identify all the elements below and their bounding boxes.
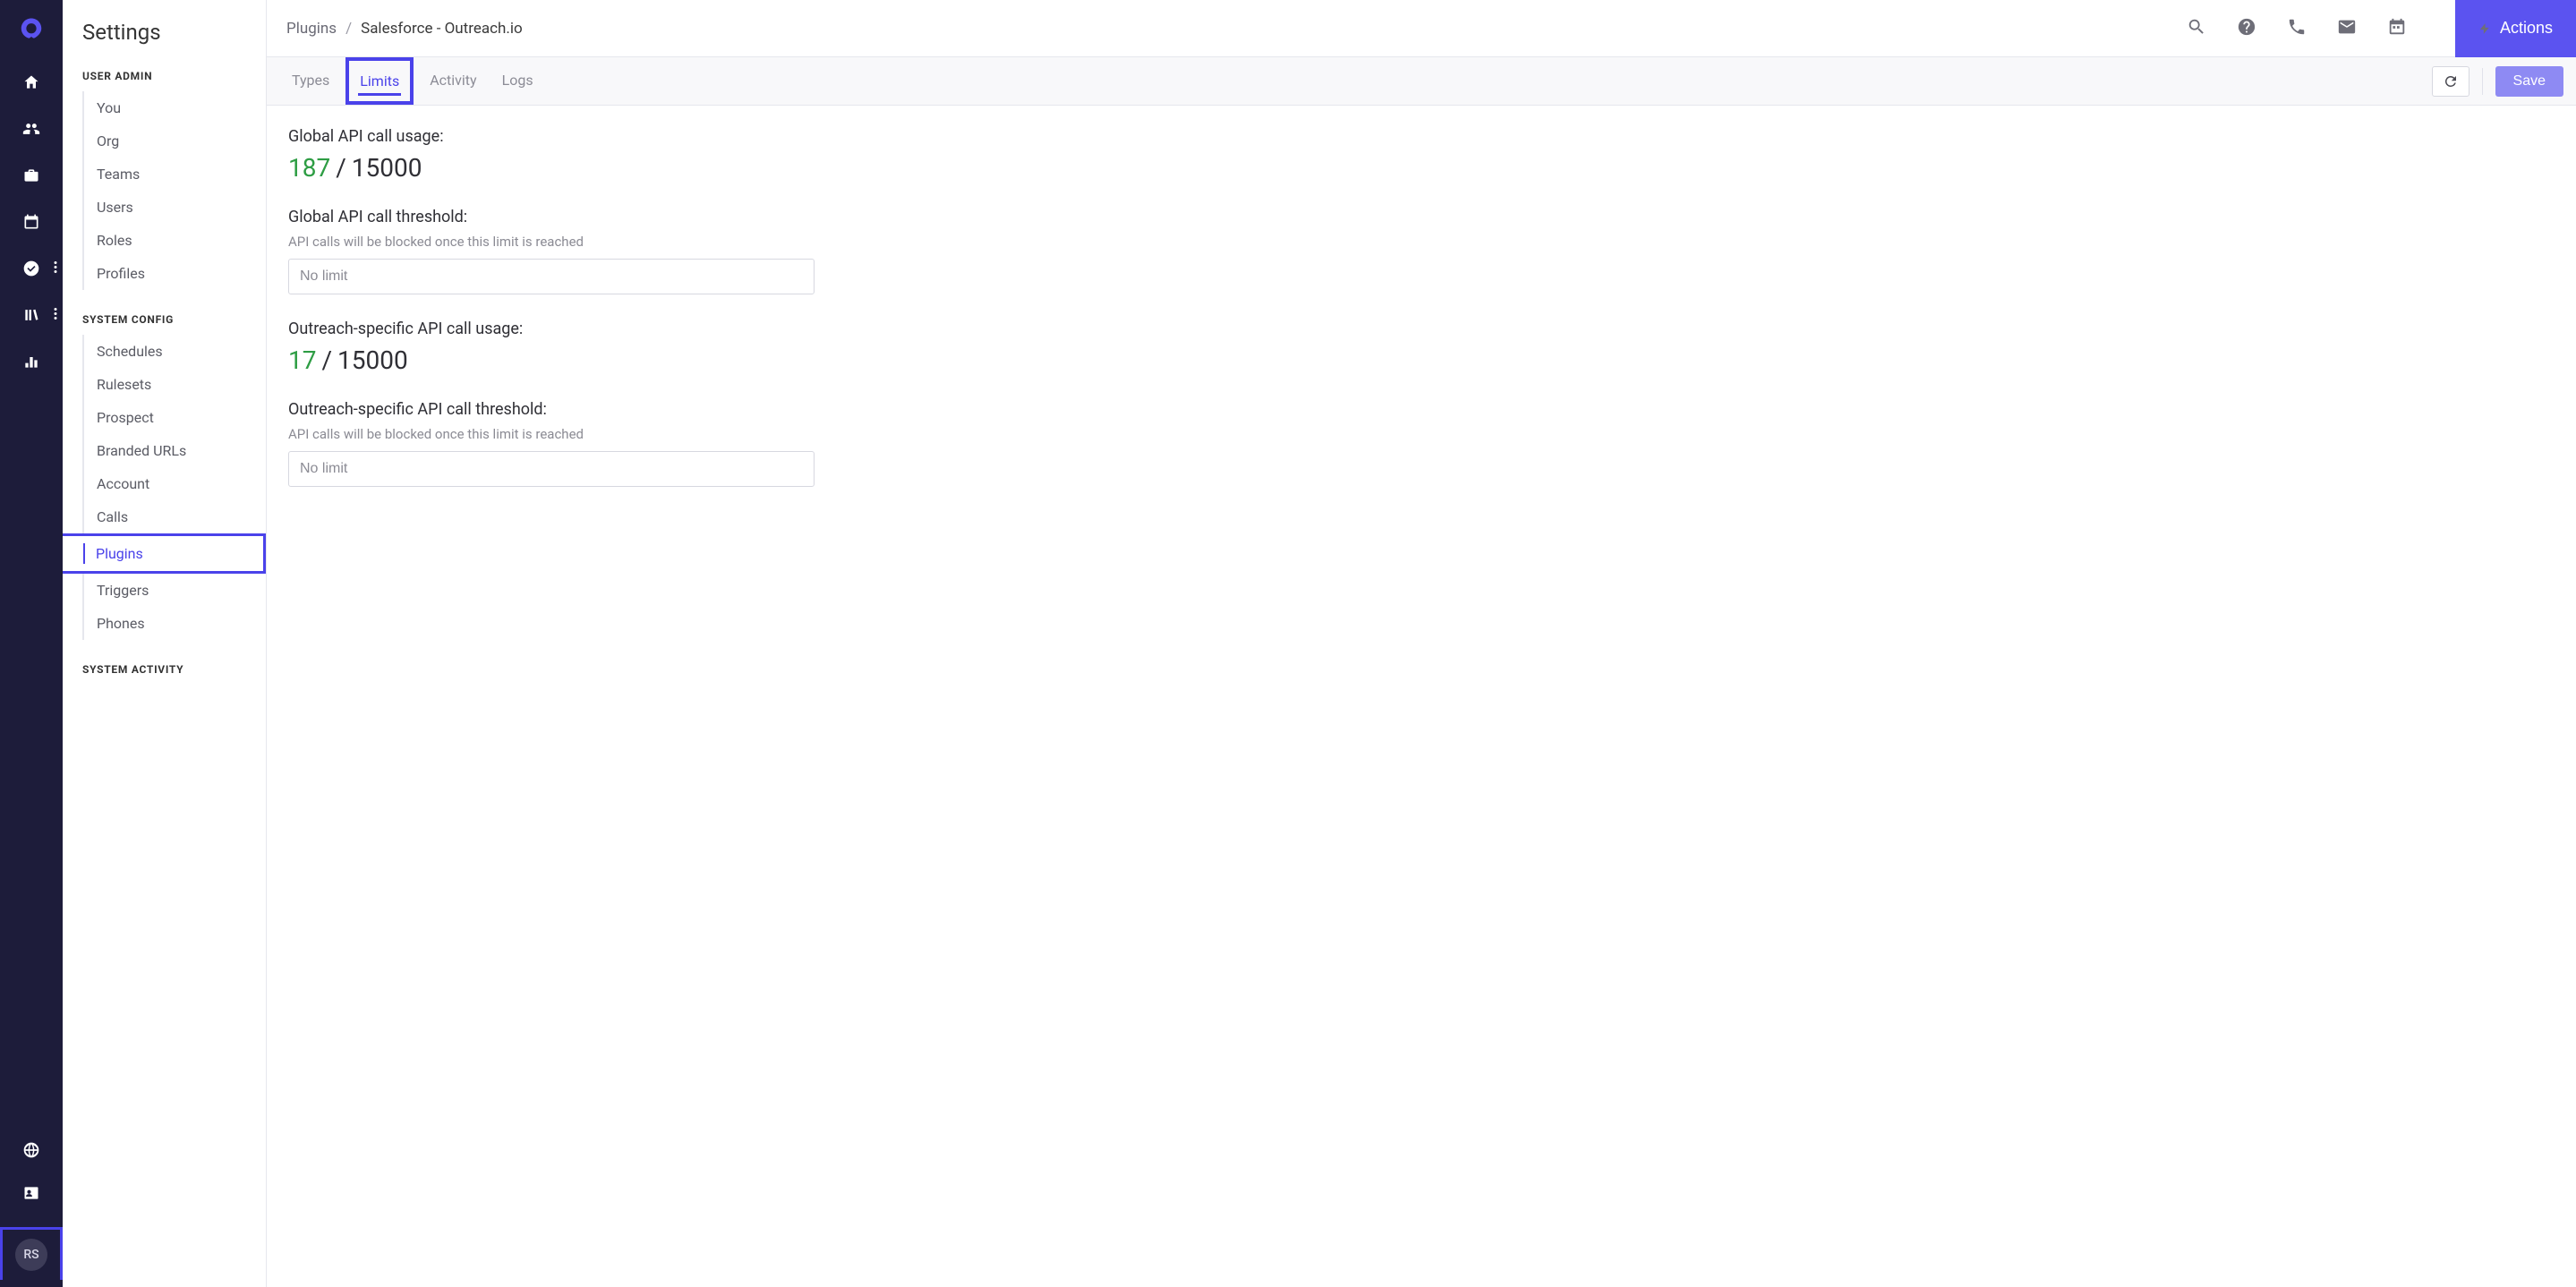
rail-tasks[interactable] (0, 260, 63, 277)
search-button[interactable] (2187, 17, 2206, 40)
home-icon (22, 73, 40, 91)
outreach-threshold-help: API calls will be blocked once this limi… (288, 426, 2555, 442)
topbar-icons: Actions (2187, 0, 2576, 57)
sidebar-item-phones[interactable]: Phones (82, 607, 266, 640)
phone-button[interactable] (2287, 17, 2307, 40)
check-circle-icon (22, 260, 40, 277)
rail-people[interactable] (0, 120, 63, 138)
sidebar-item-rulesets[interactable]: Rulesets (82, 368, 266, 401)
user-avatar[interactable]: RS (15, 1239, 47, 1271)
lightning-icon (2478, 21, 2491, 37)
sidebar-item-org[interactable]: Org (82, 124, 266, 158)
sidebar-item-you[interactable]: You (82, 91, 266, 124)
rail-avatar-container: RS (0, 1227, 63, 1280)
refresh-button[interactable] (2432, 66, 2469, 97)
sidebar-item-account[interactable]: Account (82, 467, 266, 500)
tabs-bar: Types Limits Activity Logs Save (267, 57, 2576, 106)
sidebar-item-plugins[interactable]: Plugins (63, 533, 266, 574)
outreach-threshold-input[interactable] (288, 451, 815, 487)
kebab-icon[interactable] (54, 260, 57, 277)
phone-icon (2287, 17, 2307, 37)
rail-globe[interactable] (22, 1141, 40, 1163)
contact-card-icon (22, 1184, 40, 1202)
kebab-icon[interactable] (54, 307, 57, 324)
section-user-admin: USER ADMIN (63, 63, 266, 88)
divider (2482, 68, 2483, 95)
sidebar-item-calls[interactable]: Calls (82, 500, 266, 533)
outreach-usage-label: Outreach-specific API call usage: (288, 320, 2555, 338)
breadcrumb-separator: / (345, 20, 352, 38)
search-icon (2187, 17, 2206, 37)
breadcrumb-root[interactable]: Plugins (286, 20, 337, 38)
topbar: Plugins / Salesforce - Outreach.io Acti (267, 0, 2576, 57)
outreach-usage-value: 17 / 15000 (288, 345, 2555, 375)
global-threshold-label: Global API call threshold: (288, 208, 2555, 226)
actions-label: Actions (2500, 19, 2553, 38)
rail-contacts[interactable] (22, 1184, 40, 1206)
global-threshold-input[interactable] (288, 259, 815, 294)
outreach-total: 15000 (337, 345, 408, 375)
calendar-grid-icon (2387, 17, 2407, 37)
rail-analytics[interactable] (0, 353, 63, 371)
outreach-threshold-block: Outreach-specific API call threshold: AP… (288, 400, 2555, 487)
rail-library[interactable] (0, 306, 63, 324)
globe-icon (22, 1141, 40, 1159)
tab-logs[interactable]: Logs (493, 57, 542, 105)
save-button[interactable]: Save (2495, 66, 2563, 97)
global-usage-label: Global API call usage: (288, 127, 2555, 146)
sidebar-item-roles[interactable]: Roles (82, 224, 266, 257)
global-threshold-block: Global API call threshold: API calls wil… (288, 208, 2555, 294)
tab-types[interactable]: Types (283, 57, 338, 105)
sidebar-item-triggers[interactable]: Triggers (82, 574, 266, 607)
section-system-config: SYSTEM CONFIG (63, 306, 266, 331)
actions-button[interactable]: Actions (2455, 0, 2576, 57)
help-icon (2237, 17, 2256, 37)
mail-button[interactable] (2337, 17, 2357, 40)
sidebar-item-profiles[interactable]: Profiles (82, 257, 266, 290)
outreach-logo-icon (18, 16, 45, 43)
help-button[interactable] (2237, 17, 2256, 40)
sidebar-item-teams[interactable]: Teams (82, 158, 266, 191)
system-config-list: Schedules Rulesets Prospect Branded URLs… (63, 331, 266, 656)
settings-title: Settings (63, 20, 266, 63)
global-used: 187 (288, 153, 330, 183)
people-icon (21, 120, 41, 138)
breadcrumb: Plugins / Salesforce - Outreach.io (286, 20, 523, 38)
content-area: Global API call usage: 187 / 15000 Globa… (267, 106, 2576, 533)
global-usage-value: 187 / 15000 (288, 153, 2555, 183)
outreach-threshold-label: Outreach-specific API call threshold: (288, 400, 2555, 419)
app-rail: RS (0, 0, 63, 1287)
outreach-usage-block: Outreach-specific API call usage: 17 / 1… (288, 320, 2555, 375)
global-total: 15000 (352, 153, 422, 183)
sidebar-item-schedules[interactable]: Schedules (82, 335, 266, 368)
rail-briefcase[interactable] (0, 166, 63, 184)
sidebar-item-prospect[interactable]: Prospect (82, 401, 266, 434)
app-logo[interactable] (18, 16, 45, 47)
refresh-icon (2443, 73, 2459, 89)
library-icon (22, 306, 40, 324)
global-usage-block: Global API call usage: 187 / 15000 (288, 127, 2555, 183)
breadcrumb-current: Salesforce - Outreach.io (361, 20, 523, 38)
section-system-activity: SYSTEM ACTIVITY (63, 656, 266, 681)
sidebar-item-branded-urls[interactable]: Branded URLs (82, 434, 266, 467)
calendar-icon (22, 213, 40, 231)
calendar-button[interactable] (2387, 17, 2407, 40)
user-admin-list: You Org Teams Users Roles Profiles (63, 88, 266, 306)
global-threshold-help: API calls will be blocked once this limi… (288, 234, 2555, 250)
rail-calendar[interactable] (0, 213, 63, 231)
settings-sidebar: Settings USER ADMIN You Org Teams Users … (63, 0, 267, 1287)
sidebar-item-users[interactable]: Users (82, 191, 266, 224)
rail-home[interactable] (0, 73, 63, 91)
usage-separator: / (336, 153, 346, 183)
outreach-used: 17 (288, 345, 316, 375)
briefcase-icon (22, 166, 40, 184)
bar-chart-icon (22, 353, 40, 371)
tab-limits[interactable]: Limits (345, 57, 414, 105)
mail-icon (2337, 17, 2357, 37)
usage-separator: / (321, 345, 332, 375)
tab-activity[interactable]: Activity (421, 57, 485, 105)
main-area: Plugins / Salesforce - Outreach.io Acti (267, 0, 2576, 1287)
